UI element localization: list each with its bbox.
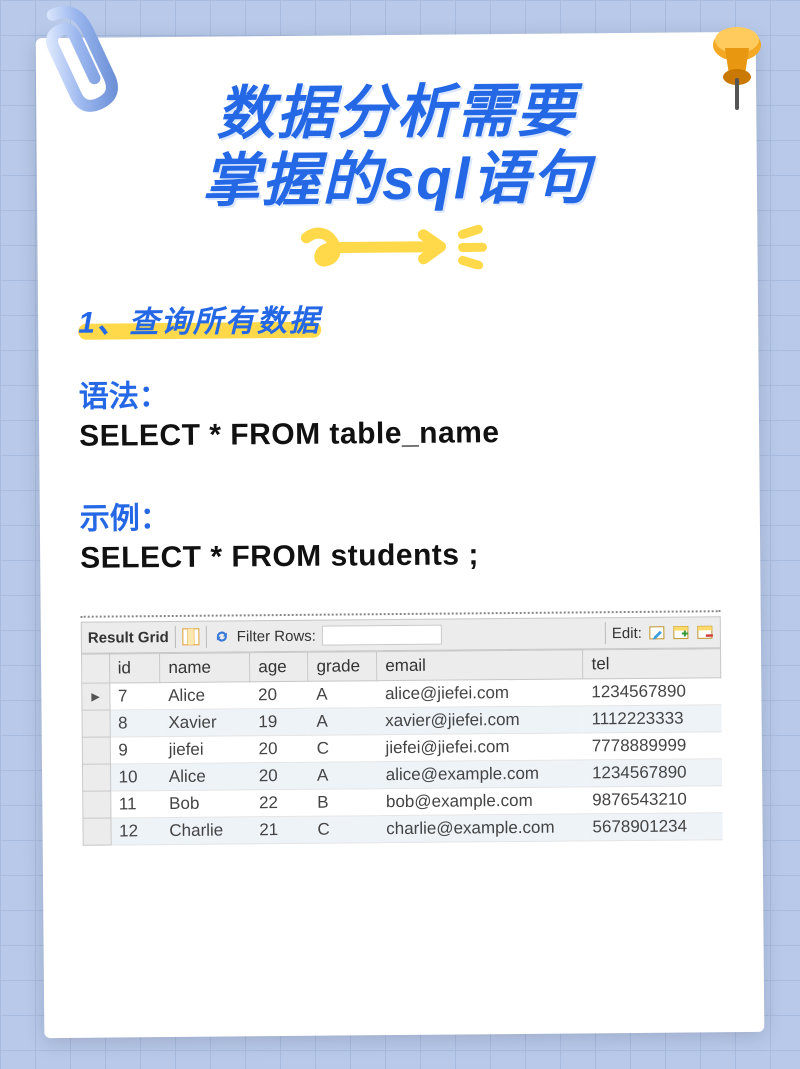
filter-input[interactable] (322, 625, 442, 646)
title-line2: 掌握的sql语句 (77, 144, 718, 216)
cell-name: Charlie (161, 817, 251, 845)
th-id[interactable]: id (109, 654, 160, 683)
syntax-label: 语法： (79, 367, 719, 417)
cell-id: 8 (110, 710, 161, 737)
cell-email: bob@example.com (378, 787, 585, 816)
cell-grade: B (309, 789, 378, 817)
title-line1: 数据分析需要 (76, 77, 717, 149)
example-label: 示例： (80, 489, 720, 539)
cell-tel: 1234567890 (583, 678, 721, 706)
cell-grade: A (309, 762, 378, 790)
cell-id: 9 (110, 737, 161, 764)
data-table: id name age grade email tel ▸7Alice20Aal… (81, 649, 723, 847)
th-email[interactable]: email (377, 650, 584, 681)
grid-icon[interactable] (182, 628, 200, 646)
th-name[interactable]: name (160, 653, 250, 683)
cell-name: Xavier (160, 709, 250, 737)
cell-name: Alice (161, 763, 251, 791)
cell-age: 19 (250, 709, 308, 737)
syntax-code: SELECT * FROM table_name (79, 415, 719, 455)
cell-age: 21 (251, 817, 309, 845)
table-row[interactable]: 12Charlie21Ccharlie@example.com567890123… (83, 813, 722, 846)
cell-grade: A (308, 708, 377, 736)
cell-tel: 9876543210 (584, 786, 722, 814)
cell-grade: A (308, 681, 377, 709)
cell-grade: C (309, 735, 378, 763)
row-marker (82, 710, 110, 737)
cell-age: 20 (250, 736, 308, 764)
cell-email: xavier@jiefei.com (377, 706, 584, 735)
cell-name: Alice (160, 682, 250, 710)
filter-label: Filter Rows: (237, 628, 316, 646)
grid-title: Result Grid (88, 629, 169, 647)
cell-tel: 1234567890 (584, 759, 722, 787)
edit-remove-icon[interactable] (696, 624, 714, 642)
section-heading: 1、查询所有数据 (78, 296, 321, 342)
cell-email: alice@jiefei.com (377, 679, 584, 708)
row-marker (82, 764, 110, 791)
cell-tel: 7778889999 (584, 732, 722, 760)
squiggle-decor (77, 223, 717, 274)
card: 数据分析需要 掌握的sql语句 1、查询所有数据 语法： SELECT * FR… (36, 32, 765, 1038)
cell-age: 20 (251, 763, 309, 791)
row-marker: ▸ (82, 683, 110, 710)
cell-email: alice@example.com (378, 760, 585, 789)
cell-email: charlie@example.com (378, 814, 585, 843)
cell-id: 10 (110, 764, 161, 791)
row-marker (83, 791, 111, 818)
cell-grade: C (309, 816, 378, 844)
cell-tel: 1112223333 (583, 705, 721, 733)
result-grid: Result Grid Filter Rows: Edit: (81, 611, 723, 847)
cell-id: 7 (109, 683, 160, 710)
th-age[interactable]: age (250, 653, 308, 683)
edit-pencil-icon[interactable] (648, 624, 666, 642)
cell-id: 11 (110, 791, 161, 818)
edit-add-icon[interactable] (672, 624, 690, 642)
cell-name: Bob (161, 790, 251, 818)
row-marker (83, 818, 111, 845)
edit-label: Edit: (612, 625, 642, 642)
cell-id: 12 (110, 818, 161, 845)
th-grade[interactable]: grade (308, 652, 377, 682)
cell-age: 22 (251, 790, 309, 818)
cell-age: 20 (250, 682, 308, 710)
refresh-icon[interactable] (213, 628, 231, 646)
cell-tel: 5678901234 (584, 813, 722, 841)
row-marker (82, 737, 110, 764)
section-heading-text: 1、查询所有数据 (78, 305, 321, 340)
example-code: SELECT * FROM students ; (80, 537, 720, 577)
th-tel[interactable]: tel (583, 649, 721, 679)
lines-icon (456, 225, 496, 270)
pushpin-icon (695, 20, 780, 120)
cell-email: jiefei@jiefei.com (377, 733, 584, 762)
page-title: 数据分析需要 掌握的sql语句 (76, 77, 717, 216)
squiggle-icon (298, 225, 448, 271)
cell-name: jiefei (161, 736, 251, 764)
